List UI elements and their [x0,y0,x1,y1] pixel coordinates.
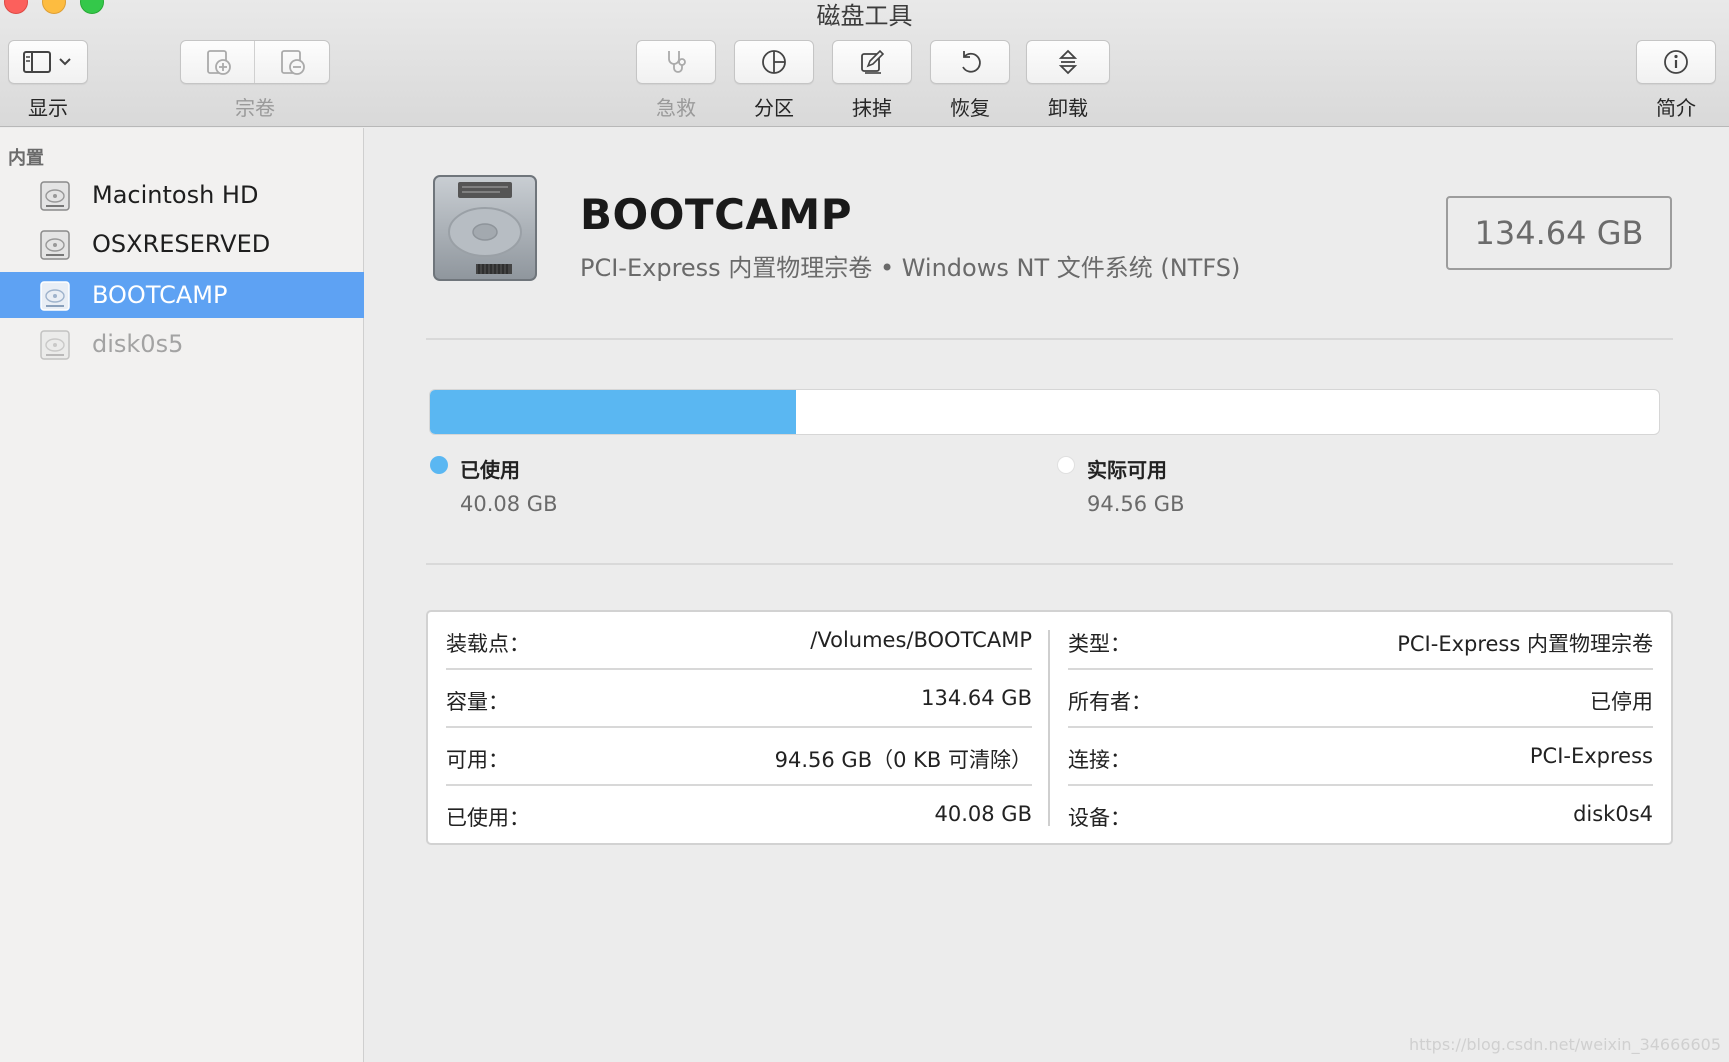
info-icon [1664,50,1688,74]
pie-icon [762,50,786,74]
divider [426,338,1673,340]
sidebar-section-internal: 内置 [8,148,44,169]
partition-button[interactable] [734,40,814,84]
used-legend-value: 40.08 GB [460,492,558,516]
free-legend-value: 94.56 GB [1087,492,1185,516]
info-value: PCI-Express [1529,744,1653,768]
sidebar-item-macintosh-hd[interactable]: Macintosh HD [0,172,364,218]
info-row-type: 类型： PCI-Express 内置物理宗卷 [1068,612,1653,670]
sidebar-item-bootcamp[interactable]: BOOTCAMP [0,272,364,318]
view-toggle-button[interactable] [8,40,88,84]
volume-size-badge: 134.64 GB [1446,196,1672,270]
info-column-divider [1048,630,1050,826]
hard-disk-icon [40,330,70,360]
info-key: 已使用： [446,806,530,830]
unmount-label: 卸载 [1048,96,1088,120]
unmount-button[interactable] [1026,40,1110,84]
erase-label: 抹掉 [852,96,892,120]
info-row-device: 设备： disk0s4 [1068,786,1653,844]
restore-icon [962,51,981,73]
info-value: 已停用 [1590,690,1653,714]
restore-label: 恢复 [950,96,990,120]
info-key: 可用： [446,748,509,772]
remove-volume-button[interactable] [255,41,329,83]
sidebar: 内置 Macintosh HD OSXRESERVED BOOTCAMP dis… [0,128,364,1062]
sidebar-item-label: Macintosh HD [92,181,259,209]
sidebar-item-label: disk0s5 [92,330,184,358]
volume-label: 宗卷 [235,96,275,120]
eject-icon [1058,49,1078,75]
volume-title: BOOTCAMP [580,190,852,239]
usage-bar-used [430,390,797,434]
used-legend-dot [430,456,448,474]
hard-disk-icon [40,230,70,260]
sidebar-item-osxreserved[interactable]: OSXRESERVED [0,221,364,267]
info-key: 连接： [1068,748,1131,772]
add-volume-button[interactable] [181,41,255,83]
first-aid-label: 急救 [656,96,696,120]
sidebar-item-label: BOOTCAMP [92,281,228,309]
stethoscope-icon [668,51,686,73]
info-row-capacity: 容量： 134.64 GB [446,670,1032,728]
info-value: 134.64 GB [921,686,1032,710]
info-row-available: 可用： 94.56 GB（0 KB 可清除） [446,728,1032,786]
info-value: /Volumes/BOOTCAMP [810,628,1032,652]
erase-button[interactable] [832,40,912,84]
volume-button-group [180,40,330,84]
free-legend-dot [1057,456,1075,474]
hard-disk-icon [40,181,70,211]
free-legend-title: 实际可用 [1087,458,1167,482]
toolbar: 磁盘工具 显示 宗卷 急救 分区 抹掉 恢复 卸载 简介 [0,0,1729,127]
sidebar-item-label: OSXRESERVED [92,230,271,258]
watermark: https://blog.csdn.net/weixin_34666605 [1408,1035,1721,1054]
info-row-connection: 连接： PCI-Express [1068,728,1653,786]
add-volume-icon [206,50,231,75]
info-label: 简介 [1656,96,1696,120]
info-value: disk0s4 [1573,802,1653,826]
info-key: 装载点： [446,632,530,656]
erase-icon [861,49,885,74]
partition-label: 分区 [754,96,794,120]
restore-button[interactable] [930,40,1010,84]
volume-description: PCI-Express 内置物理宗卷 • Windows NT 文件系统 (NT… [580,254,1241,282]
show-label: 显示 [28,96,68,120]
window-title: 磁盘工具 [816,2,913,30]
info-button[interactable] [1636,40,1716,84]
sidebar-item-disk0s5[interactable]: disk0s5 [0,321,364,367]
sidebar-icon [23,51,71,73]
info-key: 所有者： [1068,690,1152,714]
info-row-used: 已使用： 40.08 GB [446,786,1032,844]
info-key: 容量： [446,690,509,714]
divider [426,563,1673,565]
info-row-mount-point: 装载点： /Volumes/BOOTCAMP [446,612,1032,670]
hard-disk-icon [40,281,70,311]
usage-bar [429,389,1660,435]
hard-disk-icon [433,175,537,281]
info-key: 类型： [1068,632,1131,656]
remove-volume-icon [281,50,305,75]
info-table: 装载点： /Volumes/BOOTCAMP 容量： 134.64 GB 可用：… [426,610,1673,845]
used-legend-title: 已使用 [460,458,520,482]
info-value: 40.08 GB [934,802,1032,826]
first-aid-button[interactable] [636,40,716,84]
info-value: PCI-Express 内置物理宗卷 [1397,632,1653,656]
info-value: 94.56 GB（0 KB 可清除） [774,748,1032,772]
info-row-owners: 所有者： 已停用 [1068,670,1653,728]
info-key: 设备： [1068,806,1131,830]
